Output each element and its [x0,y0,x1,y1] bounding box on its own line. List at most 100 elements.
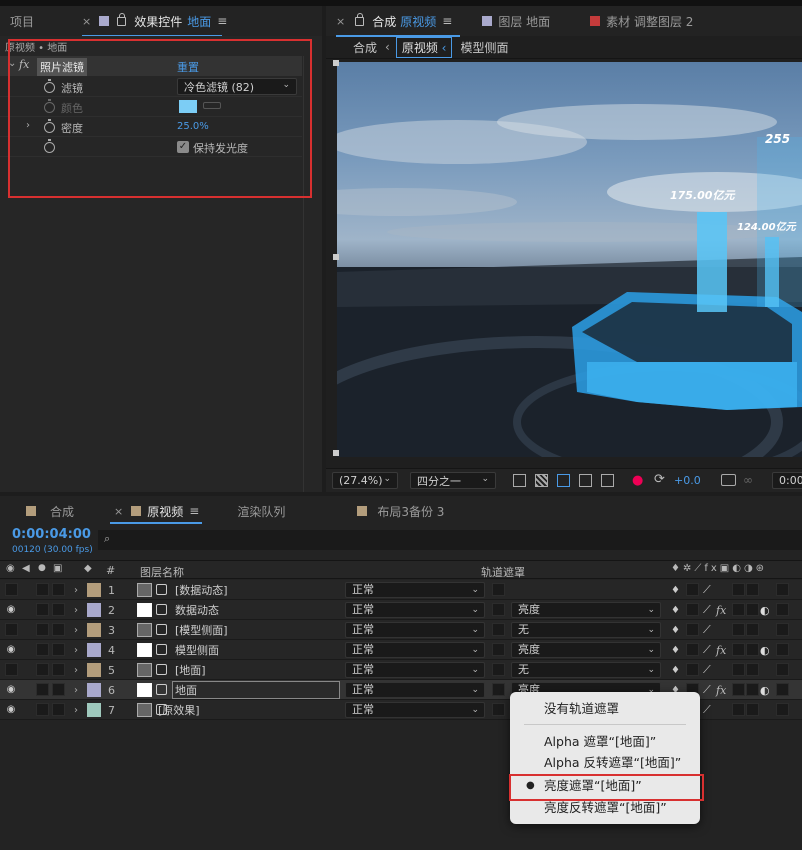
lock-icon[interactable] [355,12,365,26]
stopwatch-icon[interactable] [44,79,55,93]
chevron-right-icon[interactable]: › [74,640,78,660]
quality-icon[interactable]: ⟋ [703,600,711,620]
shy-icon[interactable]: ♦ [671,580,680,600]
shy-icon[interactable]: ♦ [671,660,680,680]
eye-icon[interactable]: ◉ [6,563,15,574]
viewer-image[interactable]: 255 175.00亿元 124.00亿元 [337,62,802,457]
grid-guides-icon[interactable] [601,474,614,487]
lock-toggle[interactable] [52,683,65,696]
collapse-toggle[interactable] [686,643,699,656]
collapse-toggle[interactable] [686,603,699,616]
layer-row[interactable]: ◉ › 2 数据动态 正常 ⌄ 亮度 ⌄ ♦ ⟋ fx ◐ [0,600,802,620]
3d-layer-toggle[interactable] [776,603,789,616]
eye-icon[interactable]: ◉ [5,644,17,656]
lock-toggle[interactable] [52,703,65,716]
motion-blur-toggle[interactable] [732,583,745,596]
label-color-swatch[interactable] [87,663,101,677]
layer-name[interactable]: 数据动态 [175,600,219,620]
label-color-swatch[interactable] [87,643,101,657]
bbox-handle[interactable] [333,254,339,260]
label-color-swatch[interactable] [87,703,101,717]
layer-name[interactable]: 模型侧面 [175,640,219,660]
fx-icon[interactable]: fx [19,58,29,71]
3d-layer-toggle[interactable] [776,643,789,656]
motion-blur-toggle[interactable] [732,603,745,616]
column-track-matte[interactable]: 轨道遮罩 [481,564,525,580]
collapse-toggle[interactable] [686,583,699,596]
adjustment-toggle[interactable] [746,663,759,676]
adjustment-layer-icon[interactable]: ◐ [760,640,770,660]
collapse-toggle[interactable] [686,663,699,676]
layer-name-edit[interactable] [172,681,340,699]
eye-toggle[interactable] [5,623,18,636]
lock-toggle[interactable] [52,623,65,636]
tab-project[interactable]: 项目 [0,6,44,36]
close-icon[interactable]: × [114,505,123,518]
tab-render-queue[interactable]: 渲染队列 [209,496,295,526]
chevron-right-icon[interactable]: › [74,680,78,700]
transparency-grid-icon[interactable] [535,474,548,487]
shy-icon[interactable]: ♦ [671,600,680,620]
filter-dropdown[interactable]: 冷色滤镜 (82) ⌄ [177,78,297,95]
zoom-dropdown[interactable]: (27.4%) ⌄ [332,472,398,489]
chevron-right-icon[interactable]: › [74,700,78,720]
tab-composition[interactable]: × 合成 原视频 ≡ [326,6,462,36]
track-matte-dropdown[interactable]: 无 ⌄ [511,662,661,678]
breadcrumb-comp[interactable]: 合成 [353,39,377,56]
search-input[interactable]: ⌕ [98,530,802,550]
solo-toggle[interactable] [36,643,49,656]
stopwatch-icon[interactable] [44,139,55,153]
breadcrumb-child[interactable]: 模型侧面 [460,39,508,56]
shy-icon[interactable]: ♦ [671,640,680,660]
solo-icon[interactable]: ● [38,563,46,573]
blend-mode-dropdown[interactable]: 正常 ⌄ [345,602,485,618]
blend-mode-dropdown[interactable]: 正常 ⌄ [345,582,485,598]
density-value[interactable]: 25.0% [177,121,209,132]
lock-icon[interactable] [117,12,127,26]
tab-comp-synth[interactable]: 合成 [0,496,84,526]
solo-toggle[interactable] [36,663,49,676]
solo-toggle[interactable] [36,683,49,696]
layer-name[interactable]: [地面] [175,660,206,680]
label-color-swatch[interactable] [87,603,101,617]
chevron-right-icon[interactable]: › [74,600,78,620]
color-channel-icon[interactable]: ● [632,473,643,488]
resolution-dropdown[interactable]: 四分之一 ⌄ [410,472,496,489]
snapshot-region-icon[interactable] [513,474,526,487]
panel-menu-icon[interactable]: ≡ [189,504,199,518]
tab-layout[interactable]: 布局3备份 3 [295,496,454,526]
motion-blur-toggle[interactable] [732,703,745,716]
layer-name[interactable]: [数据动态] [175,580,228,600]
fx-icon[interactable]: fx [716,680,726,700]
close-icon[interactable]: × [336,15,345,28]
tab-footage[interactable]: 素材 调整图层 2 [580,6,703,36]
preserve-transparency-toggle[interactable] [492,643,505,656]
chevron-right-icon[interactable]: › [74,660,78,680]
quality-icon[interactable]: ⟋ [703,700,711,720]
track-matte-dropdown[interactable]: 亮度 ⌄ [511,602,661,618]
label-color-swatch[interactable] [87,583,101,597]
lock-toggle[interactable] [52,583,65,596]
solo-toggle[interactable] [36,703,49,716]
effect-row[interactable]: ⌄ fx 照片滤镜 重置 [0,56,302,76]
adjustment-layer-icon[interactable]: ◐ [760,680,770,700]
lock-toggle[interactable] [52,643,65,656]
exposure-value[interactable]: +0.0 [674,474,701,487]
panel-menu-icon[interactable]: ≡ [217,14,227,28]
quality-icon[interactable]: ⟋ [703,620,711,640]
preserve-transparency-toggle[interactable] [492,703,505,716]
lock-toggle[interactable] [52,603,65,616]
quality-icon[interactable]: ⟋ [703,660,711,680]
menu-item-alpha-inverted[interactable]: Alpha 反转遮罩“[地面]” [544,753,681,773]
3d-layer-toggle[interactable] [776,623,789,636]
layer-name[interactable]: [原效果] [158,700,200,720]
layer-name[interactable]: 地面 [175,680,197,700]
adjustment-layer-icon[interactable]: ◐ [760,600,770,620]
label-tag-icon[interactable]: ◆ [84,563,92,574]
chevron-right-icon[interactable]: › [74,620,78,640]
adjustment-toggle[interactable] [746,683,759,696]
label-color-swatch[interactable] [87,683,101,697]
3d-layer-toggle[interactable] [776,663,789,676]
camera-icon[interactable] [721,474,736,486]
lock-icon[interactable]: ▣ [53,563,62,574]
